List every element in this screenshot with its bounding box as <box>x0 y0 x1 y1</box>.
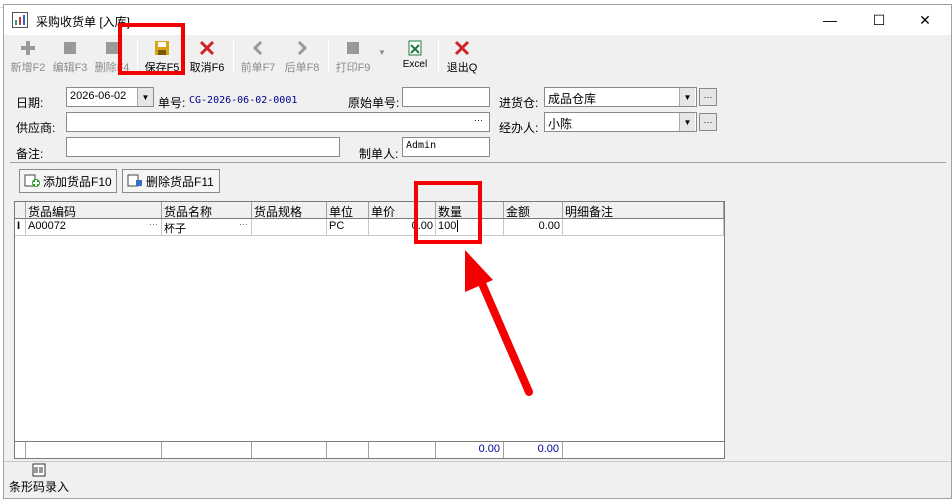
annotation-arrow-icon <box>465 250 533 396</box>
